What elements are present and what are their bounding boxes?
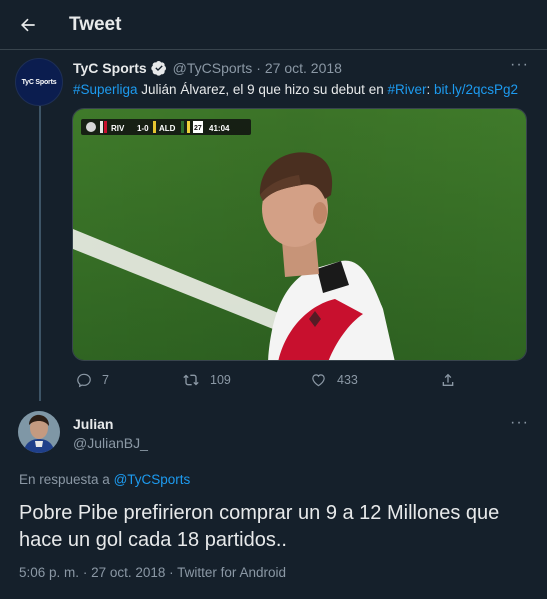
back-button[interactable] [13,10,43,40]
meta-separator: · [169,565,174,580]
verified-badge-icon [150,61,166,76]
avatar-photo [18,411,60,453]
reply-icon [77,373,91,388]
heart-icon [312,374,325,387]
retweet-icon [183,374,199,386]
scoreboard-away: ALD [159,124,176,133]
meta-separator: · [256,60,261,76]
share-button[interactable] [440,372,466,388]
thread-connector [39,106,41,401]
reply-prefix: En respuesta a [19,472,114,487]
tweet-meta: 5:06 p. m. · 27 oct. 2018 · Twitter for … [19,565,286,580]
author-name[interactable]: TyC Sports [73,60,147,76]
arrow-left-icon [21,18,35,32]
scoreboard-score: 1-0 [137,124,149,133]
tweet-text: #Superliga Julián Álvarez, el 9 que hizo… [73,82,518,97]
avatar[interactable] [18,411,60,453]
header-bar: Tweet [0,0,547,50]
reply-button[interactable]: 7 [76,372,109,388]
retweet-button[interactable]: 109 [182,372,231,388]
share-icon [442,373,454,386]
tweet-link[interactable]: bit.ly/2qcsPg2 [434,82,518,97]
tweet-time[interactable]: 5:06 p. m. [19,565,79,580]
retweet-count: 109 [210,373,231,387]
tweet-actions: 7 109 433 [72,372,472,392]
tweet-date[interactable]: 27 oct. 2018 [91,565,165,580]
tweet-body-text: Julián Álvarez, el 9 que hizo su debut e… [137,82,388,97]
page-title: Tweet [69,14,122,35]
avatar[interactable]: TyC Sports [15,58,63,106]
reply-context: En respuesta a @TyCSports [19,472,190,487]
reply-author-handle[interactable]: @JulianBJ_ [73,435,148,451]
avatar-logo-text: TyC Sports [21,78,57,86]
meta-separator: · [82,565,88,580]
reply-count: 7 [102,373,109,387]
tweet-source[interactable]: Twitter for Android [177,565,286,580]
tweet-date[interactable]: 27 oct. 2018 [265,60,342,76]
scoreboard-home: RIV [111,124,125,133]
tweet-header: TyC Sports @TyCSports · 27 oct. 2018 [73,60,342,76]
reply-target-link[interactable]: @TyCSports [114,472,191,487]
more-horizontal-icon[interactable]: ··· [510,56,529,74]
scoreboard-number: 27 [194,125,202,132]
tweet-media-image[interactable]: RIV 1-0 ALD 27 41:04 [72,108,527,361]
like-button[interactable]: 433 [310,372,358,388]
more-horizontal-icon[interactable]: ··· [510,414,529,432]
tweet-colon: : [426,82,434,97]
reply-tweet-text: Pobre Pibe prefirieron comprar un 9 a 12… [19,502,500,551]
scoreboard-time: 41:04 [209,124,230,133]
hashtag-river[interactable]: #River [387,82,426,97]
like-count: 433 [337,373,358,387]
author-handle[interactable]: @TyCSports [173,60,253,76]
media-photo: RIV 1-0 ALD 27 41:04 [73,109,526,360]
hashtag-superliga[interactable]: #Superliga [73,82,138,97]
reply-author-name[interactable]: Julian [73,416,113,432]
